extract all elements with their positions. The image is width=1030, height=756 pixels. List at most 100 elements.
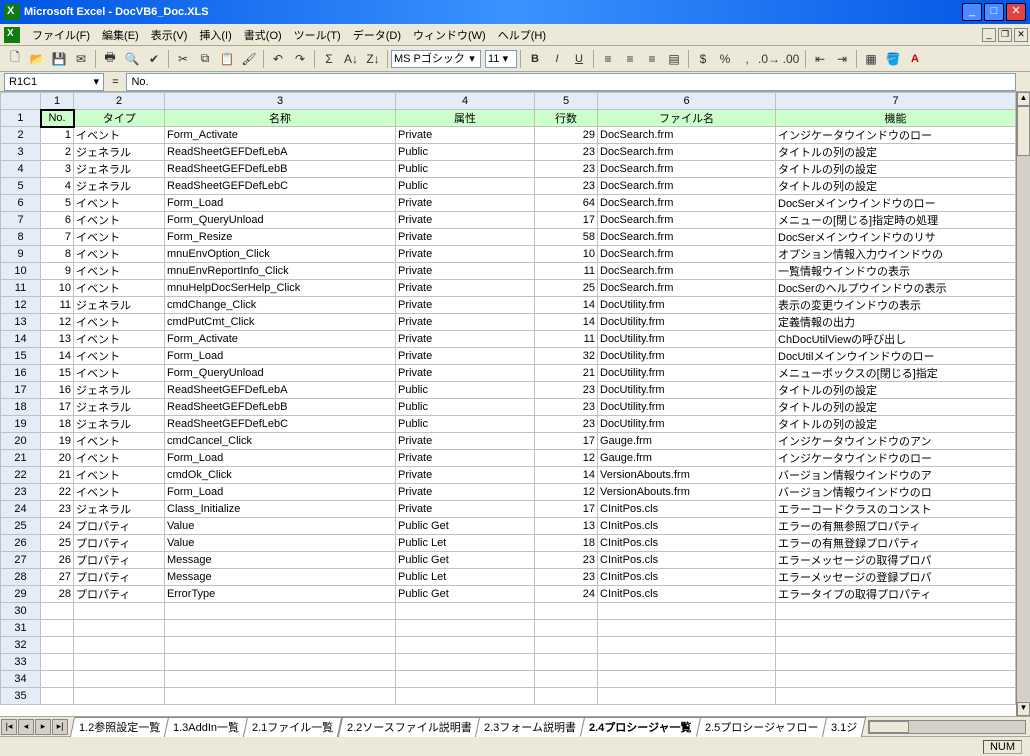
cell[interactable]: Public xyxy=(396,399,535,416)
tab-next-icon[interactable]: ▸ xyxy=(35,719,51,735)
cell[interactable]: Private xyxy=(396,127,535,144)
row-header[interactable]: 31 xyxy=(1,620,41,637)
cell[interactable]: Value xyxy=(165,535,396,552)
cell[interactable]: 22 xyxy=(41,484,74,501)
increase-decimal-icon[interactable]: .0→ xyxy=(758,48,780,70)
chevron-down-icon[interactable]: ▾ xyxy=(499,51,511,67)
cell[interactable]: ReadSheetGEFDefLebC xyxy=(165,416,396,433)
cell[interactable]: Private xyxy=(396,331,535,348)
cell[interactable] xyxy=(598,671,776,688)
cell[interactable]: 15 xyxy=(41,365,74,382)
cell[interactable]: Private xyxy=(396,229,535,246)
vscroll-thumb[interactable] xyxy=(1017,106,1030,156)
row-header[interactable]: 25 xyxy=(1,518,41,535)
cell[interactable]: Gauge.frm xyxy=(598,433,776,450)
cell[interactable]: 24 xyxy=(41,518,74,535)
cut-icon[interactable]: ✂ xyxy=(172,48,194,70)
cell[interactable] xyxy=(776,671,1016,688)
cell[interactable]: 23 xyxy=(535,382,598,399)
borders-icon[interactable]: ▦ xyxy=(860,48,882,70)
menu-データ[interactable]: データ(D) xyxy=(347,28,407,44)
cell[interactable]: ChDocUtilViewの呼び出し xyxy=(776,331,1016,348)
cell[interactable]: 10 xyxy=(535,246,598,263)
cell[interactable]: DocUtility.frm xyxy=(598,365,776,382)
cell[interactable] xyxy=(74,620,165,637)
cell[interactable] xyxy=(776,603,1016,620)
menu-書式[interactable]: 書式(O) xyxy=(238,28,288,44)
row-header[interactable]: 11 xyxy=(1,280,41,297)
row-header[interactable]: 12 xyxy=(1,297,41,314)
print-preview-icon[interactable]: 🔍 xyxy=(121,48,143,70)
print-icon[interactable]: 🖶 xyxy=(99,48,121,70)
row-header[interactable]: 19 xyxy=(1,416,41,433)
column-header[interactable]: 4 xyxy=(396,93,535,110)
row-header[interactable]: 9 xyxy=(1,246,41,263)
cell[interactable] xyxy=(41,654,74,671)
cell[interactable]: 12 xyxy=(535,450,598,467)
cell[interactable]: Public Let xyxy=(396,535,535,552)
cell[interactable]: オプション情報入力ウインドウの xyxy=(776,246,1016,263)
cell[interactable]: DocSearch.frm xyxy=(598,212,776,229)
cell[interactable]: DocUtility.frm xyxy=(598,399,776,416)
row-header[interactable]: 26 xyxy=(1,535,41,552)
cell[interactable]: Private xyxy=(396,484,535,501)
tab-first-icon[interactable]: |◂ xyxy=(1,719,17,735)
row-header[interactable]: 23 xyxy=(1,484,41,501)
cell[interactable]: ジェネラル xyxy=(74,416,165,433)
cell[interactable]: 26 xyxy=(41,552,74,569)
cell[interactable]: Private xyxy=(396,263,535,280)
cell[interactable]: Private xyxy=(396,314,535,331)
sheet-tab[interactable]: 1.3AddIn一覧 xyxy=(164,717,248,737)
cell[interactable]: バージョン情報ウインドウのア xyxy=(776,467,1016,484)
column-header[interactable]: 5 xyxy=(535,93,598,110)
cell[interactable]: Private xyxy=(396,297,535,314)
row-header[interactable]: 16 xyxy=(1,365,41,382)
cell[interactable] xyxy=(74,654,165,671)
cell[interactable]: ErrorType xyxy=(165,586,396,603)
copy-icon[interactable]: ⧉ xyxy=(194,48,216,70)
row-header[interactable]: 10 xyxy=(1,263,41,280)
cell[interactable]: DocUtility.frm xyxy=(598,416,776,433)
fill-color-icon[interactable]: 🪣 xyxy=(882,48,904,70)
menu-表示[interactable]: 表示(V) xyxy=(145,28,194,44)
cell[interactable]: 21 xyxy=(535,365,598,382)
cell[interactable]: 定義情報の出力 xyxy=(776,314,1016,331)
cell[interactable]: Private xyxy=(396,467,535,484)
cell[interactable]: 23 xyxy=(41,501,74,518)
cell[interactable]: Private xyxy=(396,348,535,365)
cell[interactable] xyxy=(74,671,165,688)
cell[interactable]: DocUtility.frm xyxy=(598,297,776,314)
cell[interactable]: DocSerのヘルプウインドウの表示 xyxy=(776,280,1016,297)
cell[interactable]: 23 xyxy=(535,552,598,569)
cell[interactable]: 17 xyxy=(41,399,74,416)
row-header[interactable]: 18 xyxy=(1,399,41,416)
row-header[interactable]: 22 xyxy=(1,467,41,484)
cell[interactable]: 21 xyxy=(41,467,74,484)
undo-icon[interactable]: ↶ xyxy=(267,48,289,70)
cell[interactable]: 8 xyxy=(41,246,74,263)
cell[interactable] xyxy=(598,688,776,705)
cell[interactable]: インジケータウインドウのアン xyxy=(776,433,1016,450)
cell[interactable]: イベント xyxy=(74,246,165,263)
cell[interactable]: メニューボックスの[閉じる]指定 xyxy=(776,365,1016,382)
cell[interactable]: 24 xyxy=(535,586,598,603)
cell[interactable]: Form_Activate xyxy=(165,127,396,144)
cell[interactable]: DocUtility.frm xyxy=(598,331,776,348)
cell[interactable]: Public xyxy=(396,382,535,399)
cell[interactable]: 14 xyxy=(535,297,598,314)
row-header[interactable]: 30 xyxy=(1,603,41,620)
autosum-icon[interactable]: Σ xyxy=(318,48,340,70)
sheet-tab[interactable]: 2.5プロシージャフロー xyxy=(696,717,828,737)
cell[interactable]: 28 xyxy=(41,586,74,603)
cell[interactable]: タイトルの列の設定 xyxy=(776,144,1016,161)
sort-asc-icon[interactable]: A↓ xyxy=(340,48,362,70)
italic-icon[interactable]: I xyxy=(546,48,568,70)
cell[interactable]: イベント xyxy=(74,195,165,212)
cell[interactable]: ジェネラル xyxy=(74,399,165,416)
cell[interactable]: タイトルの列の設定 xyxy=(776,382,1016,399)
cell[interactable] xyxy=(165,688,396,705)
cell[interactable]: CInitPos.cls xyxy=(598,569,776,586)
row-header[interactable]: 3 xyxy=(1,144,41,161)
row-header[interactable]: 32 xyxy=(1,637,41,654)
scroll-up-icon[interactable]: ▲ xyxy=(1017,92,1030,106)
